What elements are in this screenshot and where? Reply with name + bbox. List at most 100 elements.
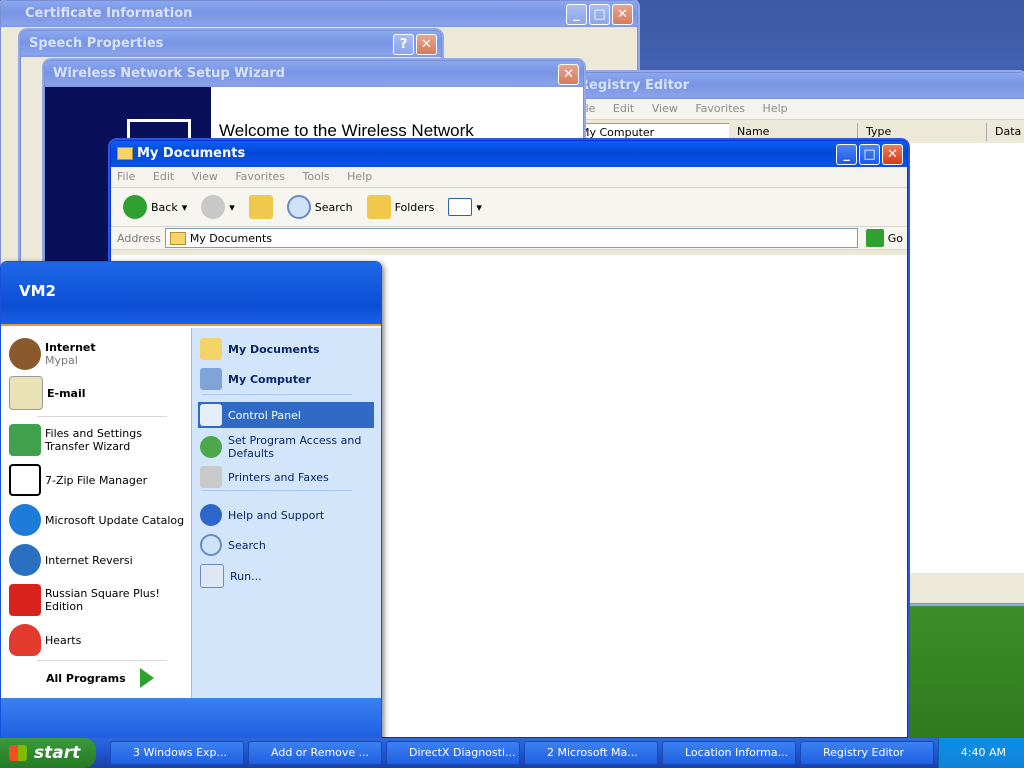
search-icon bbox=[200, 534, 222, 556]
start-item-printers[interactable]: Printers and Faxes bbox=[198, 464, 374, 490]
item-label: Printers and Faxes bbox=[228, 470, 329, 484]
address-input[interactable]: My Documents bbox=[164, 228, 858, 248]
start-item-search[interactable]: Search bbox=[198, 532, 374, 558]
up-folder-icon bbox=[248, 195, 273, 219]
start-item-control-panel[interactable]: Control Panel bbox=[198, 402, 374, 428]
go-label: Go bbox=[887, 231, 903, 245]
window-title: Certificate Information bbox=[25, 6, 193, 21]
menu-help[interactable]: Help bbox=[763, 102, 788, 115]
close-button[interactable]: ✕ bbox=[612, 4, 633, 25]
start-item-my-computer[interactable]: My Computer bbox=[198, 366, 374, 392]
minimize-button[interactable]: _ bbox=[566, 4, 587, 25]
forward-button[interactable]: ▾ bbox=[197, 193, 239, 221]
task-registry-editor[interactable]: Registry Editor bbox=[800, 741, 934, 765]
views-button[interactable]: ▾ bbox=[444, 196, 486, 218]
item-label: 7-Zip File Manager bbox=[45, 473, 148, 487]
all-programs-button[interactable]: All Programs bbox=[46, 668, 154, 688]
menu-view[interactable]: View bbox=[652, 102, 678, 115]
start-item-my-documents[interactable]: My Documents bbox=[198, 336, 374, 362]
menu-view[interactable]: View bbox=[192, 170, 218, 183]
go-button[interactable]: Go bbox=[862, 227, 907, 249]
menu-help[interactable]: Help bbox=[347, 170, 372, 183]
folders-button[interactable]: Folders bbox=[363, 193, 439, 221]
search-icon bbox=[286, 195, 311, 219]
start-item-help[interactable]: Help and Support bbox=[198, 502, 374, 528]
start-menu: VM2 Internet Mypal E-mail Files and Setti… bbox=[0, 261, 382, 740]
column-type[interactable]: Type bbox=[858, 123, 987, 141]
start-menu-footer bbox=[1, 698, 381, 739]
mydocs-menubar: File Edit View Favorites Tools Help bbox=[111, 167, 907, 188]
task-microsoft-ma[interactable]: 2 Microsoft Ma... bbox=[524, 741, 658, 765]
folders-icon bbox=[366, 195, 391, 219]
menu-file[interactable]: File bbox=[117, 170, 135, 183]
close-button[interactable]: ✕ bbox=[558, 64, 579, 85]
clock[interactable]: 4:40 AM bbox=[961, 746, 1006, 759]
start-item-update-catalog[interactable]: Microsoft Update Catalog bbox=[9, 504, 184, 536]
windows-logo-icon bbox=[9, 745, 27, 761]
item-label: Internet bbox=[45, 341, 96, 354]
start-item-email[interactable]: E-mail bbox=[9, 376, 86, 410]
maximize-button[interactable]: □ bbox=[589, 4, 610, 25]
start-item-internet[interactable]: Internet Mypal bbox=[9, 338, 96, 370]
folder-icon bbox=[117, 147, 133, 160]
column-data[interactable]: Data bbox=[987, 123, 1021, 141]
help-icon bbox=[200, 504, 222, 526]
menu-edit[interactable]: Edit bbox=[153, 170, 174, 183]
start-item-run[interactable]: Run... bbox=[198, 562, 374, 590]
task-location-info[interactable]: Location Informa... bbox=[662, 741, 796, 765]
menu-tools[interactable]: Tools bbox=[303, 170, 330, 183]
help-button[interactable]: ? bbox=[393, 34, 414, 55]
column-name[interactable]: Name bbox=[729, 123, 858, 141]
task-add-remove[interactable]: Add or Remove ... bbox=[248, 741, 382, 765]
menu-edit[interactable]: Edit bbox=[613, 102, 634, 115]
mydocs-titlebar[interactable]: My Documents _ □ ✕ bbox=[111, 141, 907, 167]
close-button[interactable]: ✕ bbox=[416, 34, 437, 55]
views-icon bbox=[448, 198, 473, 216]
wireless-titlebar[interactable]: Wireless Network Setup Wizard ✕ bbox=[45, 61, 583, 87]
window-title: Speech Properties bbox=[29, 36, 164, 51]
run-icon bbox=[200, 564, 224, 588]
task-directx[interactable]: DirectX Diagnosti... bbox=[386, 741, 520, 765]
start-menu-right: My Documents My Computer Control Panel S… bbox=[191, 328, 381, 698]
address-value: My Documents bbox=[189, 231, 273, 245]
search-button[interactable]: Search bbox=[283, 193, 357, 221]
registry-titlebar[interactable]: Registry Editor bbox=[571, 73, 1024, 99]
menu-favorites[interactable]: Favorites bbox=[695, 102, 745, 115]
item-label: Set Program Access and Defaults bbox=[228, 434, 362, 460]
back-button[interactable]: Back ▾ bbox=[119, 193, 191, 221]
divider bbox=[37, 416, 167, 417]
minimize-button[interactable]: _ bbox=[836, 144, 857, 165]
back-arrow-icon bbox=[123, 195, 147, 219]
all-programs-label: All Programs bbox=[46, 671, 126, 685]
item-label: Microsoft Update Catalog bbox=[45, 513, 185, 527]
maximize-button[interactable]: □ bbox=[859, 144, 880, 165]
go-arrow-icon bbox=[865, 229, 884, 247]
start-menu-user: VM2 bbox=[1, 262, 381, 326]
item-sub: Mypal bbox=[45, 354, 78, 367]
start-item-reversi[interactable]: Internet Reversi bbox=[9, 544, 133, 576]
speech-titlebar[interactable]: Speech Properties ? ✕ bbox=[21, 31, 441, 57]
start-item-7zip[interactable]: 7-Zip File Manager bbox=[9, 464, 147, 496]
window-title: Registry Editor bbox=[579, 78, 690, 93]
start-button[interactable]: start bbox=[0, 738, 96, 768]
task-windows-explorer[interactable]: 3 Windows Exp... bbox=[110, 741, 244, 765]
email-icon bbox=[9, 376, 43, 410]
transfer-wizard-icon bbox=[9, 424, 41, 456]
menu-favorites[interactable]: Favorites bbox=[235, 170, 285, 183]
close-button[interactable]: ✕ bbox=[882, 144, 903, 165]
my-documents-icon bbox=[200, 338, 222, 360]
window-title: My Documents bbox=[137, 146, 246, 161]
up-folder-button[interactable] bbox=[245, 193, 277, 221]
start-item-russian-square[interactable]: Russian Square Plus! Edition bbox=[9, 584, 191, 616]
start-item-files-transfer[interactable]: Files and Settings Transfer Wizard bbox=[9, 424, 185, 456]
item-label: Control Panel bbox=[228, 408, 301, 422]
mypal-icon bbox=[9, 338, 41, 370]
item-label: Help and Support bbox=[228, 508, 325, 522]
item-label: Russian Square Plus! Edition bbox=[45, 587, 160, 613]
item-label: Search bbox=[228, 538, 266, 552]
start-item-hearts[interactable]: Hearts bbox=[9, 624, 81, 656]
printer-icon bbox=[200, 466, 222, 488]
item-label: My Computer bbox=[228, 372, 311, 386]
start-item-program-access[interactable]: Set Program Access and Defaults bbox=[198, 432, 374, 462]
certificate-titlebar[interactable]: Certificate Information _ □ ✕ bbox=[1, 1, 637, 27]
